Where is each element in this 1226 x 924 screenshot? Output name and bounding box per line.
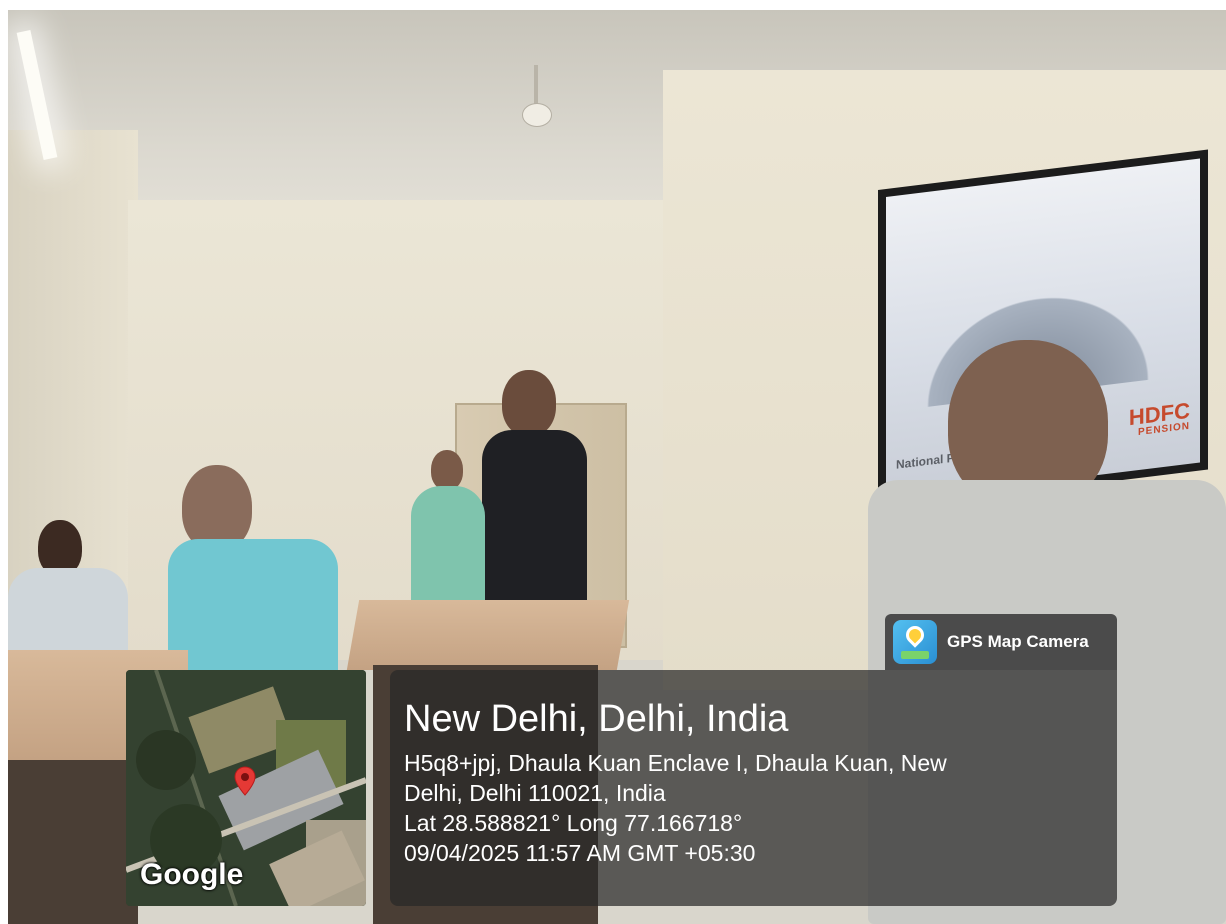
gps-timestamp: 09/04/2025 11:57 AM GMT +05:30 — [404, 839, 756, 866]
event-photo: National P HDFC PENSION Google GPS Map C… — [8, 10, 1226, 924]
front-desk — [346, 600, 630, 670]
left-desk-panel — [8, 760, 138, 924]
ceiling-fan — [516, 65, 556, 135]
map-pin-marker-icon — [234, 766, 256, 796]
address-line-1: H5q8+jpj, Dhaula Kuan Enclave I, Dhaula … — [404, 749, 947, 776]
map-thumbnail: Google — [126, 670, 366, 906]
gps-app-name: GPS Map Camera — [947, 632, 1089, 651]
gps-app-badge: GPS Map Camera — [885, 614, 1117, 670]
google-logo: Google — [140, 858, 244, 891]
map-pin-icon — [893, 620, 937, 664]
gps-location-card: New Delhi, Delhi, India H5q8+jpj, Dhaula… — [390, 670, 1117, 906]
location-title: New Delhi, Delhi, India — [404, 698, 789, 740]
address-line-2: Delhi, Delhi 110021, India — [404, 779, 666, 806]
gps-coordinates: Lat 28.588821° Long 77.166718° — [404, 809, 743, 836]
seated-man-cyan-shirt — [168, 465, 343, 680]
